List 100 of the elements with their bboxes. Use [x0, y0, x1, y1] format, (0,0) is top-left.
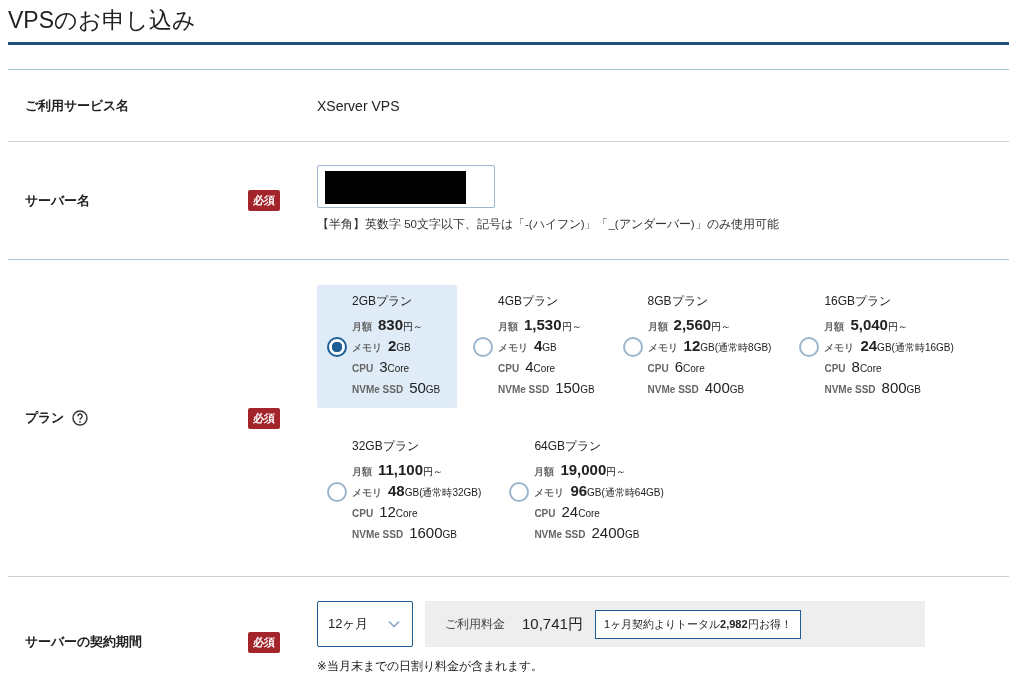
spec-label: 月額	[352, 465, 372, 479]
plan-name: 2GBプラン	[352, 293, 413, 310]
spec-unit: GB	[624, 529, 640, 540]
spec-unit: 円～	[423, 466, 444, 477]
plan-option[interactable]: 16GBプラン 月額 5,040円～ メモリ 24GB(通常時16GB) CPU 8Core NVMe SSD 800GB	[789, 285, 966, 408]
note-text: ※当月末までの日割り料金が含まれます。	[317, 659, 544, 674]
spec-value: 24	[561, 503, 579, 520]
spec-value: 2,560	[673, 316, 712, 333]
plan-name: 8GBプラン	[647, 293, 709, 310]
spec-value: 5,040	[850, 316, 888, 333]
spec-label: NVMe SSD	[534, 529, 586, 540]
spec-value: 19,000	[560, 461, 607, 478]
spec-value: 3	[379, 358, 388, 375]
radio-button[interactable]	[327, 336, 347, 357]
hint-text: 【半角】英数字 50文字以下、記号は「-(ハイフン)」「_(アンダーバー)」のみ使用可能	[317, 217, 780, 232]
spec-unit: GB	[425, 384, 441, 395]
radio-button[interactable]	[509, 481, 530, 502]
spec-label: メモリ	[647, 341, 678, 355]
spec-label: 月額	[534, 465, 555, 479]
spec-value: 1,530	[524, 316, 562, 333]
spec-value: 8	[851, 358, 860, 375]
spec-unit: GB	[442, 529, 457, 540]
spec-unit: GB	[906, 384, 922, 395]
plan-option[interactable]: 64GBプラン 月額 19,000円～ メモリ 96GB(通常時64GB) CPU 24Core NVMe SSD 2400GB	[499, 430, 676, 553]
chevron-down-icon	[388, 620, 400, 628]
plan-option[interactable]: 2GBプラン 月額 830円～ メモリ 2GB CPU 3Core NVMe SSD 50GB	[317, 285, 457, 408]
spec-unit: GB	[396, 342, 411, 353]
spec-unit: GB(通常時32GB)	[404, 487, 482, 500]
spec-label: NVMe SSD	[647, 384, 699, 395]
spec-label: NVMe SSD	[352, 384, 404, 395]
radio-button[interactable]	[473, 336, 493, 357]
spec-label: メモリ	[352, 486, 382, 500]
field-label: サーバー名	[25, 191, 90, 210]
server-name-field[interactable]	[317, 165, 495, 208]
spec-label: 月額	[352, 320, 372, 334]
spec-unit: Core	[578, 508, 600, 519]
fee-amount: 10,741円	[522, 614, 583, 634]
spec-value: 4	[525, 358, 534, 375]
required-badge: 必須	[248, 407, 280, 429]
spec-unit: Core	[683, 363, 705, 374]
spec-value: 150	[555, 379, 581, 396]
spec-value: 12	[683, 337, 701, 354]
plan-name: 32GBプラン	[352, 438, 420, 455]
spec-value: 50	[409, 379, 426, 396]
spec-value: 830	[378, 316, 404, 333]
spec-label: CPU	[647, 363, 669, 374]
spec-unit: Core	[387, 363, 410, 374]
spec-unit: 円～	[403, 321, 424, 334]
spec-value: 2	[388, 337, 397, 354]
spec-unit: Core	[859, 363, 882, 374]
plan-option[interactable]: 8GBプラン 月額 2,560円～ メモリ 12GB(通常時8GB) CPU 6Core NVMe SSD 400GB	[612, 285, 784, 408]
spec-label: NVMe SSD	[352, 529, 404, 540]
field-label: ご利用サービス名	[25, 96, 129, 115]
page-title: VPSのお申し込み	[8, 0, 1009, 45]
field-label: サーバーの契約期間	[25, 633, 142, 651]
spec-label: メモリ	[498, 341, 528, 355]
field-label: プラン	[25, 409, 64, 427]
spec-label: NVMe SSD	[498, 384, 550, 395]
spec-unit: 円～	[711, 321, 732, 332]
spec-label: CPU	[534, 508, 556, 519]
spec-value: 96	[570, 482, 588, 499]
help-icon[interactable]	[72, 410, 88, 426]
spec-value: 1600	[409, 524, 443, 541]
plan-name: 64GBプラン	[534, 438, 603, 455]
spec-label: メモリ	[352, 341, 382, 355]
radio-button[interactable]	[799, 336, 820, 357]
plan-option[interactable]: 4GBプラン 月額 1,530円～ メモリ 4GB CPU 4Core NVMe SSD 150GB	[463, 285, 607, 408]
spec-unit: 円～	[887, 321, 908, 332]
service-name: XServer VPS	[317, 97, 400, 114]
spec-unit: Core	[395, 508, 418, 519]
spec-label: 月額	[647, 320, 668, 334]
plan-option[interactable]: 32GBプラン 月額 11,100円～ メモリ 48GB(通常時32GB) CPU 12Core NVMe SSD 1600GB	[317, 430, 494, 553]
spec-unit: GB(通常時64GB)	[587, 487, 664, 500]
period-select[interactable]: 12ヶ月	[317, 601, 413, 647]
spec-value: 24	[860, 337, 878, 354]
saving-note: 1ヶ月契約よりトータル2,982円お得！	[594, 609, 801, 639]
plan-name: 16GBプラン	[824, 293, 893, 310]
spec-unit: GB	[580, 384, 595, 395]
radio-button[interactable]	[327, 481, 347, 502]
spec-value: 11,100	[378, 461, 424, 478]
spec-value: 48	[388, 482, 405, 499]
spec-value: 400	[704, 379, 730, 396]
spec-unit: 円～	[561, 320, 582, 334]
spec-label: CPU	[352, 363, 374, 374]
spec-label: 月額	[498, 320, 518, 334]
spec-value: 2400	[591, 524, 625, 541]
spec-unit: GB(通常時8GB)	[700, 342, 772, 355]
radio-button[interactable]	[622, 336, 643, 357]
required-badge: 必須	[248, 631, 280, 653]
spec-label: NVMe SSD	[824, 384, 876, 395]
spec-label: CPU	[824, 363, 846, 374]
spec-label: CPU	[352, 508, 374, 519]
spec-label: メモリ	[534, 486, 565, 500]
spec-unit: GB	[729, 384, 745, 395]
spec-value: 4	[534, 337, 543, 354]
spec-unit: GB	[542, 342, 557, 353]
spec-unit: Core	[533, 363, 556, 374]
spec-label: CPU	[498, 363, 520, 374]
fee-label: ご利用料金	[445, 615, 505, 633]
spec-value: 12	[379, 503, 396, 520]
